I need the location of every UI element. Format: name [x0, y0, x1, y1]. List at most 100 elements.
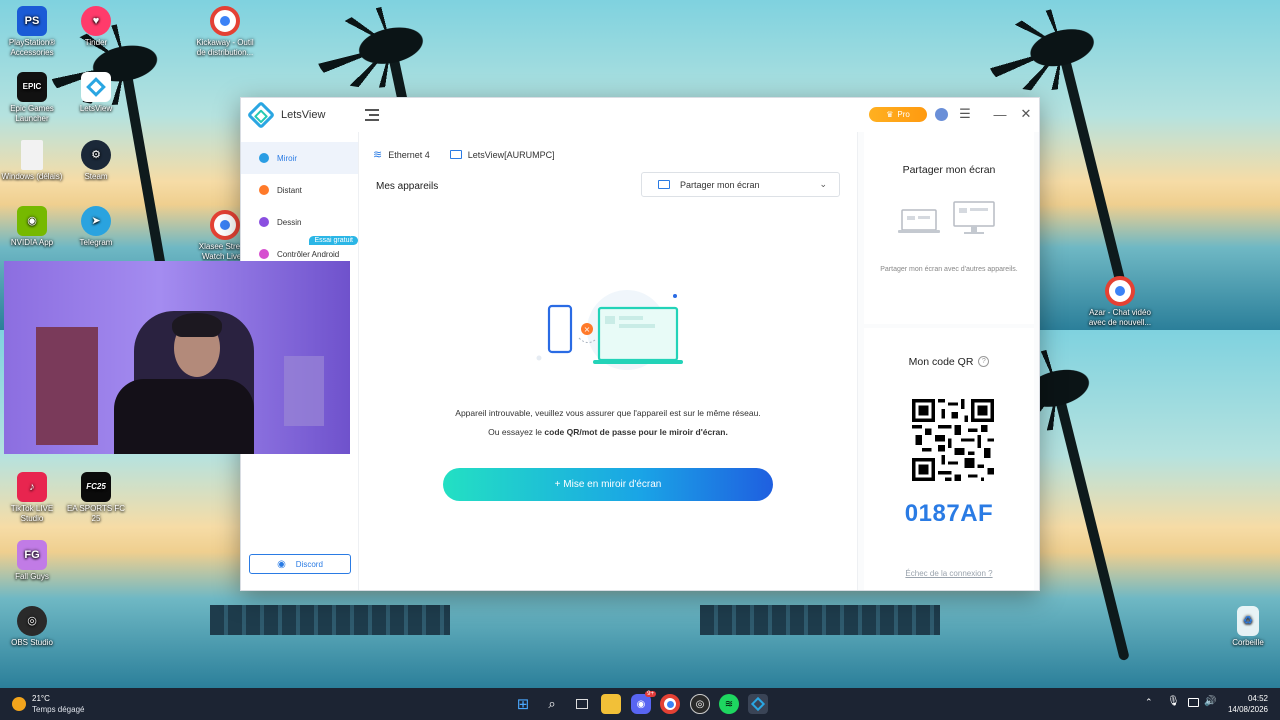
webcam-overlay [4, 261, 350, 454]
display-icon[interactable] [1188, 698, 1199, 707]
chrome-icon [210, 6, 240, 36]
steam-icon: ⚙ [81, 140, 111, 170]
no-device-illustration: × [536, 290, 683, 370]
clock-date: 14/08/2026 [1227, 705, 1268, 714]
connection-code: 0187AF [904, 500, 994, 527]
desktop-icon-kickaway[interactable]: Kickaway - Outil de distribution... [193, 6, 257, 58]
screen-mirror-button[interactable]: + Mise en miroir d'écran [443, 468, 773, 501]
sidebar-item-distant[interactable]: Distant [241, 174, 358, 206]
minimize-icon[interactable]: — [992, 106, 1008, 122]
letsview-icon [81, 72, 111, 102]
epic-games-icon: EPIC [17, 72, 47, 102]
main-panel: ≋ Ethernet 4 LetsView[AURUMPC] Mes appar… [359, 132, 857, 590]
file-icon [21, 140, 43, 170]
letsview-window: LetsView ♛ Pro ☰ — ✕ Miroir Distant Dess… [240, 97, 1040, 591]
search-icon[interactable]: ⌕ [542, 694, 562, 714]
chrome-taskbar-icon[interactable] [660, 694, 680, 714]
right-panel: Partager mon écran Partager mon écran av… [857, 132, 1039, 590]
qr-code [912, 399, 994, 481]
tinder-icon: ♥ [81, 6, 111, 36]
desktop-icon-tinder[interactable]: ♥ Tinder [64, 6, 128, 48]
desktop-icon-obs[interactable]: ◎ OBS Studio [0, 606, 64, 648]
weather-condition: Temps dégagé [32, 705, 85, 714]
desktop-icon-recycle-bin[interactable]: ♻ Corbeille [1216, 606, 1280, 648]
desktop-icon-steam[interactable]: ⚙ Steam [64, 140, 128, 182]
volume-icon[interactable]: 🔊 [1204, 696, 1216, 707]
telegram-icon: ➤ [81, 206, 111, 236]
recycle-bin-icon: ♻ [1237, 606, 1259, 636]
spotify-taskbar-icon[interactable]: ≋ [719, 694, 739, 714]
qr-hint-message: Ou essayez le code QR/mot de passe pour … [488, 427, 728, 437]
weather-sun-icon [12, 697, 26, 711]
playstation-icon: PS [17, 6, 47, 36]
device-not-found-message: Appareil introuvable, veuillez vous assu… [455, 408, 761, 418]
obs-taskbar-icon[interactable]: ◎ [690, 694, 710, 714]
network-name: Ethernet 4 [388, 149, 430, 160]
taskbar: 21°C Temps dégagé ⊞ ⌕ ◉ 9+ ◎ ≋ ⌃ 🎙 🔊 04:… [0, 688, 1280, 720]
free-trial-badge: Essai gratuit [309, 236, 358, 245]
sidebar-item-miroir[interactable]: Miroir [241, 142, 358, 174]
webcam-person-hair [172, 313, 222, 337]
letsview-logo-icon [246, 100, 276, 130]
weather-widget[interactable]: 21°C Temps dégagé [12, 693, 84, 715]
task-view-icon[interactable] [572, 694, 592, 714]
android-control-icon [259, 249, 269, 259]
share-screen-desc: Partager mon écran avec d'autres apparei… [880, 266, 1018, 273]
svg-text:×: × [584, 325, 591, 334]
desktop-icon-fall-guys[interactable]: FG Fall Guys [0, 540, 64, 582]
qr-code-card: Mon code QR ? 0187AF Échec de la connexi… [864, 328, 1034, 590]
title-bar: LetsView ♛ Pro ☰ — ✕ [241, 98, 1039, 132]
help-icon[interactable]: ? [978, 356, 990, 367]
discord-button[interactable]: ◉ Discord [249, 554, 351, 574]
tray-chevron-icon[interactable]: ⌃ [1145, 697, 1153, 708]
desktop-icon-ea-fc[interactable]: FC25 EA SPORTS FC 25 [64, 472, 128, 524]
sidebar-item-dessin[interactable]: Dessin [241, 206, 358, 238]
pro-button[interactable]: ♛ Pro [869, 107, 927, 122]
qr-hint-bold: code QR/mot de passe pour le miroir d'éc… [544, 427, 728, 437]
laptop-to-monitor-icon [898, 201, 995, 234]
ea-fc-icon: FC25 [81, 472, 111, 502]
mirror-icon [259, 153, 269, 163]
devices-title: Mes appareils [376, 181, 439, 192]
remote-icon [259, 185, 269, 195]
desktop-icon-epic-games[interactable]: EPIC Epic Games Launcher [0, 72, 64, 124]
app-title: LetsView [281, 109, 326, 121]
share-screen-title: Partager mon écran [902, 164, 996, 176]
collapse-menu-icon[interactable] [365, 109, 380, 121]
clock[interactable]: 04:52 14/08/2026 [1228, 693, 1268, 715]
tiktok-icon: ♪ [17, 472, 47, 502]
hamburger-menu-icon[interactable]: ☰ [957, 106, 973, 122]
close-icon[interactable]: ✕ [1018, 106, 1034, 122]
discord-icon: ◉ [277, 558, 286, 570]
clock-time: 04:52 [1247, 694, 1268, 703]
desktop-icon-tiktok-live[interactable]: ♪ TikTok LIVE Studio [0, 472, 64, 524]
obs-icon: ◎ [17, 606, 47, 636]
desktop-icon-telegram[interactable]: ➤ Telegram [64, 206, 128, 248]
file-explorer-icon[interactable] [601, 694, 621, 714]
fall-guys-icon: FG [17, 540, 47, 570]
nvidia-icon: ◉ [17, 206, 47, 236]
monitor-icon [449, 150, 462, 159]
desktop-icon-nvidia[interactable]: ◉ NVIDIA App [0, 206, 64, 248]
discord-taskbar-icon[interactable]: ◉ 9+ [631, 691, 656, 714]
webcam-desk-items [284, 356, 324, 426]
share-screen-select[interactable]: Partager mon écran ⌄ [641, 172, 840, 197]
desktop-icon-letsview[interactable]: LetsView [64, 72, 128, 114]
chrome-icon [210, 210, 240, 240]
webcam-cabinet [36, 327, 98, 445]
crown-icon: ♛ [886, 110, 894, 119]
microphone-icon[interactable]: 🎙 [1167, 696, 1180, 707]
webcam-person-body [114, 379, 254, 454]
device-name: LetsView[AURUMPC] [467, 149, 555, 160]
screen-share-icon [658, 180, 670, 189]
start-button[interactable]: ⊞ [513, 694, 533, 714]
drawing-icon [259, 217, 269, 227]
connection-failed-link[interactable]: Échec de la connexion ? [864, 569, 1034, 578]
share-screen-card[interactable]: Partager mon écran Partager mon écran av… [864, 132, 1034, 324]
user-avatar-icon[interactable] [933, 106, 949, 122]
desktop-icon-playstation[interactable]: PS PlayStation® Accessories [0, 6, 64, 58]
wifi-icon: ≋ [373, 149, 383, 161]
desktop-icon-windows-file[interactable]: Windows (délais) [0, 140, 64, 182]
desktop-icon-azar[interactable]: Azar - Chat vidéo avec de nouvell... [1088, 276, 1152, 328]
letsview-taskbar-icon[interactable] [748, 694, 768, 714]
